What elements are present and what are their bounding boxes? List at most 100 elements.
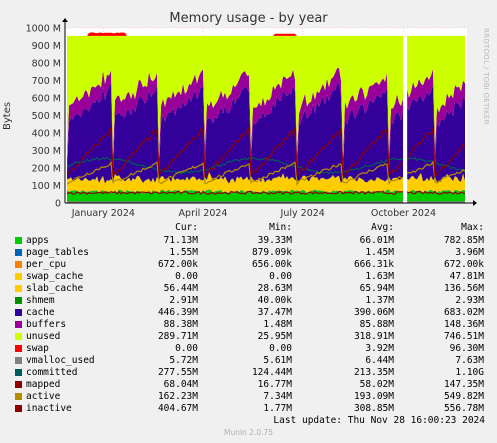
x-axis-arrow (473, 200, 477, 206)
legend-cur: 446.39M (157, 307, 198, 318)
data-gap (404, 34, 408, 203)
x-tick-label: January 2024 (71, 208, 135, 219)
col-avg: Avg: (371, 222, 394, 233)
legend-avg: 213.35M (353, 367, 394, 378)
legend-label: swap_cache (26, 271, 84, 282)
legend-max: 148.36M (443, 319, 484, 330)
legend-min: 656.00k (251, 259, 292, 270)
legend-cur: 5.72M (169, 355, 198, 366)
legend-max: 7.63M (455, 355, 484, 366)
legend-label: unused (26, 331, 61, 342)
legend-label: shmem (26, 295, 55, 306)
x-tick-labels: January 2024 April 2024 July 2024 October 2… (71, 208, 436, 219)
col-cur: Cur: (175, 222, 198, 233)
legend-label: per_cpu (26, 259, 67, 270)
legend-swatch (15, 297, 22, 304)
legend-max: 96.30M (449, 343, 484, 354)
legend-cur: 1.55M (169, 247, 198, 258)
legend-min: 40.00k (257, 295, 292, 306)
legend-max: 683.02M (443, 307, 484, 318)
y-axis-arrow (62, 18, 68, 22)
legend-avg: 1.63M (365, 271, 394, 282)
legend-avg: 85.88M (359, 319, 394, 330)
legend-min: 25.95M (257, 331, 292, 342)
legend-label: inactive (26, 403, 72, 414)
legend-max: 147.35M (443, 379, 484, 390)
y-tick-label: 500 M (32, 111, 61, 122)
legend-swatch (15, 393, 22, 400)
legend-swatch (15, 237, 22, 244)
legend-min: 1.77M (263, 403, 292, 414)
legend-cur: 277.55M (157, 367, 198, 378)
legend-cur: 88.38M (163, 319, 198, 330)
legend-label: vmalloc_used (26, 355, 95, 366)
legend-min: 879.09k (251, 247, 292, 258)
legend-cur: 2.91M (169, 295, 198, 306)
y-tick-label: 900 M (32, 41, 61, 52)
legend-cur: 162.23M (157, 391, 198, 402)
legend-max: 136.56M (443, 283, 484, 294)
legend-header: Cur: Min: Avg: Max: (0, 222, 484, 234)
legend-avg: 318.91M (353, 331, 394, 342)
legend-label: apps (26, 235, 49, 246)
legend-avg: 66.01M (359, 235, 394, 246)
col-max: Max: (461, 222, 484, 233)
legend-max: 1.10G (455, 367, 484, 378)
col-min: Min: (269, 222, 292, 233)
legend-max: 556.78M (443, 403, 484, 414)
y-tick-label: 700 M (32, 76, 61, 87)
y-tick-label: 100 M (32, 181, 61, 192)
legend-swatch (15, 405, 22, 412)
legend-label: slab_cache (26, 283, 84, 294)
legend-min: 0.00 (269, 343, 292, 354)
legend-avg: 1.37M (365, 295, 394, 306)
legend-swatch (15, 249, 22, 256)
legend-cur: 289.71M (157, 331, 198, 342)
legend-swatch (15, 381, 22, 388)
legend-swatch (15, 285, 22, 292)
legend-min: 37.47M (257, 307, 292, 318)
last-update: Last update: Thu Nov 28 16:00:23 2024 (273, 415, 485, 426)
legend-label: mapped (26, 379, 61, 390)
legend-swatch (15, 369, 22, 376)
legend-avg: 6.44M (365, 355, 394, 366)
legend-avg: 308.85M (353, 403, 394, 414)
legend-max: 746.51M (443, 331, 484, 342)
legend-label: swap (26, 343, 49, 354)
legend-avg: 666.31k (353, 259, 394, 270)
legend-cur: 0.00 (175, 343, 198, 354)
legend-max: 2.93M (455, 295, 484, 306)
legend-avg: 3.92M (365, 343, 394, 354)
y-tick-label: 1000 M (26, 24, 61, 35)
legend-swatch (15, 309, 22, 316)
y-tick-label: 800 M (32, 59, 61, 70)
legend-min: 1.48M (263, 319, 292, 330)
legend-avg: 1.45M (365, 247, 394, 258)
legend-avg: 193.09M (353, 391, 394, 402)
legend-max: 3.96M (455, 247, 484, 258)
legend-min: 39.33M (257, 235, 292, 246)
legend-max: 782.85M (443, 235, 484, 246)
legend-swatch (15, 321, 22, 328)
legend-min: 28.63M (257, 283, 292, 294)
legend-cur: 672.00k (157, 259, 198, 270)
legend-min: 0.00 (269, 271, 292, 282)
legend-label: cache (26, 307, 55, 318)
legend-min: 5.61M (263, 355, 292, 366)
legend-label: committed (26, 367, 78, 378)
x-tick-label: April 2024 (179, 208, 228, 219)
legend-label: page_tables (26, 247, 89, 258)
legend-swatch (15, 357, 22, 364)
y-tick-label: 600 M (32, 94, 61, 105)
y-tick-label: 400 M (32, 129, 61, 140)
legend-avg: 65.94M (359, 283, 394, 294)
legend-max: 549.82M (443, 391, 484, 402)
legend-cur: 0.00 (175, 271, 198, 282)
legend-swatch (15, 273, 22, 280)
y-tick-label: 0 (55, 199, 61, 210)
legend-cur: 68.04M (163, 379, 198, 390)
legend-min: 124.44M (251, 367, 292, 378)
legend-min: 7.34M (263, 391, 292, 402)
legend-swatch (15, 261, 22, 268)
munin-version: Munin 2.0.75 (223, 428, 274, 437)
